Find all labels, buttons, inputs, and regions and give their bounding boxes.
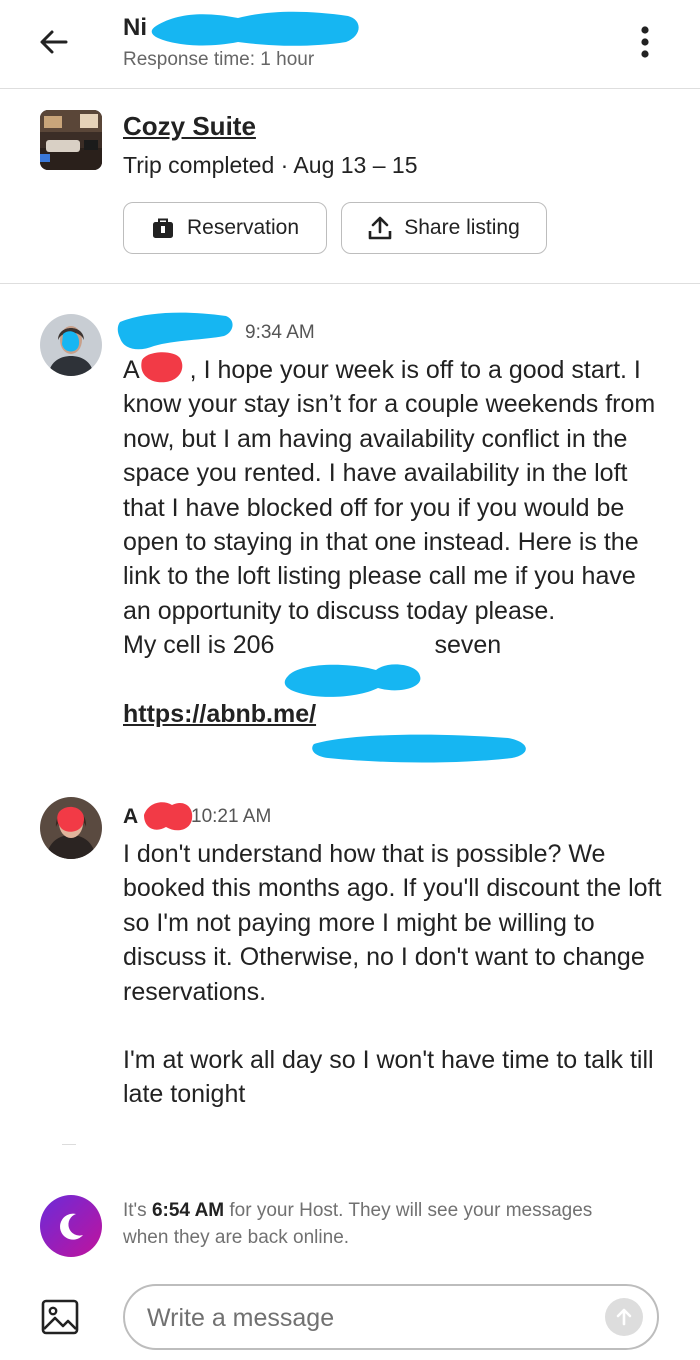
guest-avatar[interactable] xyxy=(40,797,102,859)
host-local-time: 6:54 AM xyxy=(151,1200,225,1221)
redaction-scribble xyxy=(284,664,421,697)
host-offline-badge xyxy=(40,1195,102,1257)
share-upload-icon xyxy=(368,216,392,240)
trip-status: Trip completed · Aug 13 – 15 xyxy=(123,152,418,178)
send-button[interactable] xyxy=(605,1298,643,1336)
listing-card: Cozy Suite Trip completed · Aug 13 – 15 … xyxy=(0,89,700,284)
message-timestamp: 9:34 AM xyxy=(245,322,315,343)
image-attach-icon[interactable] xyxy=(41,1299,79,1335)
arrow-up-icon xyxy=(616,1308,632,1326)
listing-title[interactable]: Cozy Suite xyxy=(123,111,256,142)
message-sender: A xyxy=(123,805,139,828)
host-name: Ni xyxy=(123,14,147,41)
reservation-button[interactable]: Reservation xyxy=(123,202,327,254)
response-time: Response time: 1 hour xyxy=(123,49,315,70)
reservation-button-label: Reservation xyxy=(186,216,300,239)
message-composer xyxy=(123,1284,659,1350)
message-paragraph: I'm at work all day so I won't have time… xyxy=(123,1046,654,1109)
redaction-scribble xyxy=(312,734,526,763)
listing-link[interactable]: https://abnb.me/ xyxy=(123,700,316,728)
conversation-header: Ni Response time: 1 hour xyxy=(0,0,700,89)
share-listing-button[interactable]: Share listing xyxy=(341,202,547,254)
moon-icon xyxy=(60,1213,83,1240)
divider xyxy=(62,1144,76,1145)
message-paragraph: A , I hope your week is off to a good st… xyxy=(123,356,656,625)
redaction-scribble xyxy=(144,802,193,831)
message-input[interactable] xyxy=(145,1298,589,1338)
redaction-scribble xyxy=(151,11,359,46)
host-offline-notice: It's 6:54 AM for your Host. They will se… xyxy=(123,1200,593,1248)
message-timestamp: 10:21 AM xyxy=(191,806,272,827)
message-body: I don't understand how that is possible?… xyxy=(123,837,668,1112)
listing-thumbnail[interactable] xyxy=(40,110,102,170)
redaction-scribble xyxy=(141,352,183,383)
host-avatar[interactable] xyxy=(40,314,102,376)
message-paragraph: I don't understand how that is possible?… xyxy=(123,840,662,1006)
back-arrow-icon[interactable] xyxy=(36,24,72,60)
briefcase-icon xyxy=(152,218,173,238)
share-listing-button-label: Share listing xyxy=(404,216,520,239)
more-options-icon[interactable] xyxy=(632,22,658,62)
